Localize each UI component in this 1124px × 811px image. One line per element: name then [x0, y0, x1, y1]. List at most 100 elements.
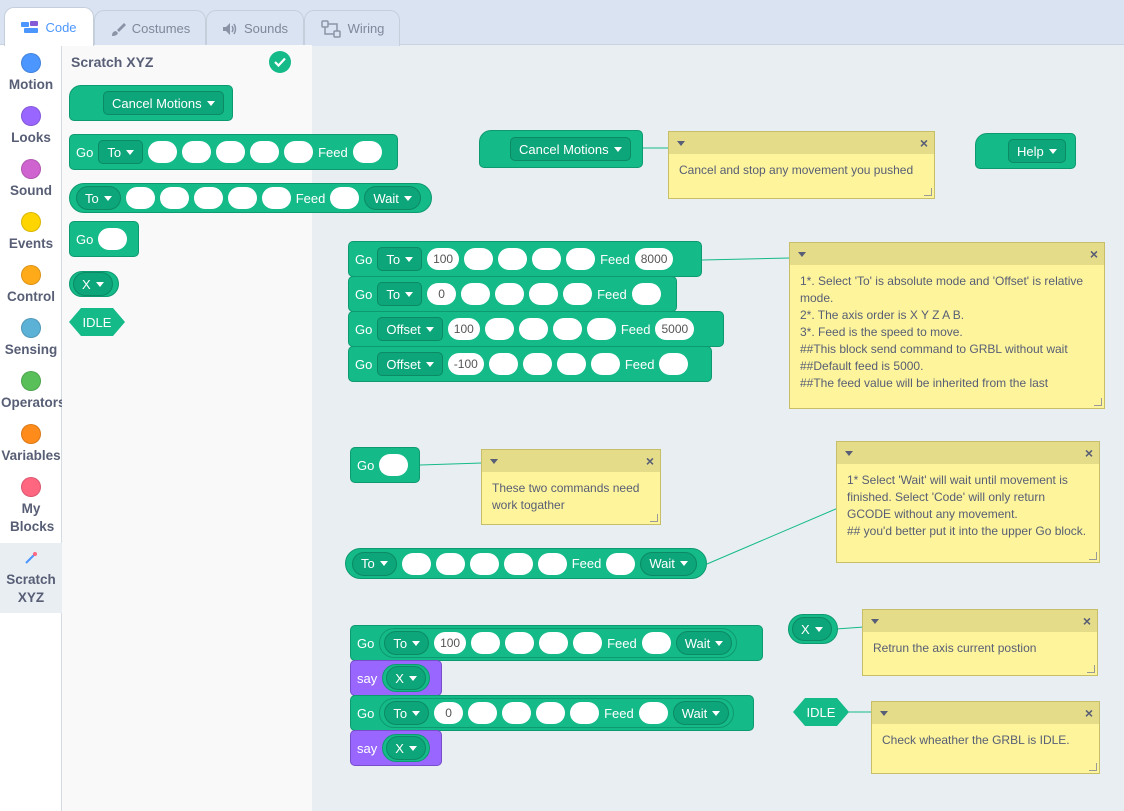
collapse-icon[interactable] — [677, 140, 685, 146]
z-input[interactable] — [518, 318, 548, 340]
comment-note[interactable]: × 1*. Select 'To' is absolute mode and '… — [789, 242, 1105, 409]
axis-input[interactable] — [284, 141, 314, 163]
a-input[interactable] — [532, 248, 562, 270]
y-input[interactable] — [484, 318, 514, 340]
code-input[interactable] — [98, 228, 128, 250]
mode-dropdown[interactable]: To — [377, 247, 423, 271]
mode-dropdown[interactable]: Offset — [377, 352, 443, 376]
note-text[interactable]: 1*. Select 'To' is absolute mode and 'Of… — [790, 265, 1104, 400]
mode-dropdown[interactable]: To — [377, 282, 423, 306]
to-wait-reporter[interactable]: To 0 Feed Wait — [379, 698, 735, 728]
feed-input[interactable] — [641, 632, 671, 654]
x-reporter[interactable]: X — [788, 614, 838, 644]
script-workspace[interactable]: Cancel Motions Help Go To 100 Feed 8000 … — [312, 45, 1124, 811]
category-sound[interactable]: Sound — [0, 159, 62, 200]
axis-input[interactable] — [193, 187, 223, 209]
z-input[interactable] — [522, 353, 552, 375]
note-text[interactable]: Check wheather the GRBL is IDLE. — [872, 724, 1099, 757]
to-wait-reporter[interactable]: To 100 Feed Wait — [379, 628, 738, 658]
a-input[interactable] — [536, 702, 566, 724]
resize-handle-icon[interactable] — [1089, 763, 1097, 771]
z-input[interactable] — [498, 248, 528, 270]
go-to-block[interactable]: Go To 0 Feed — [348, 276, 677, 312]
cancel-motions-block[interactable]: Cancel Motions — [479, 130, 643, 168]
feed-input[interactable]: 5000 — [655, 318, 695, 340]
go-code-block[interactable]: Go — [350, 447, 420, 483]
x-input[interactable] — [401, 552, 431, 575]
close-icon[interactable]: × — [1083, 613, 1091, 630]
axis-input[interactable] — [250, 141, 280, 163]
collapse-icon[interactable] — [880, 710, 888, 716]
category-scratch-xyz[interactable]: Scratch XYZ — [0, 543, 62, 613]
axis-dropdown[interactable]: X — [792, 617, 832, 641]
comment-note[interactable]: × Cancel and stop any movement you pushe… — [668, 131, 935, 199]
code-input[interactable] — [379, 454, 409, 476]
x-input[interactable]: 100 — [447, 318, 480, 340]
mode-dropdown[interactable]: Offset — [377, 317, 443, 341]
category-motion[interactable]: Motion — [0, 53, 62, 94]
feed-input[interactable]: 8000 — [634, 248, 674, 270]
a-input[interactable] — [552, 318, 582, 340]
help-block[interactable]: Help — [975, 133, 1076, 169]
category-sensing[interactable]: Sensing — [0, 318, 62, 359]
category-events[interactable]: Events — [0, 212, 62, 253]
x-input[interactable]: 100 — [434, 632, 467, 654]
mode-dropdown[interactable]: To — [384, 631, 430, 655]
b-input[interactable] — [590, 353, 620, 375]
go-offset-block[interactable]: Go Offset -100 Feed — [348, 346, 712, 382]
close-icon[interactable]: × — [1090, 246, 1098, 263]
y-input[interactable] — [464, 248, 494, 270]
close-icon[interactable]: × — [920, 135, 928, 152]
note-text[interactable]: Retrun the axis current postion — [863, 632, 1097, 665]
axis-dropdown[interactable]: X — [73, 272, 113, 296]
close-icon[interactable]: × — [1085, 445, 1093, 462]
y-input[interactable] — [435, 552, 465, 575]
tab-costumes[interactable]: Costumes — [94, 10, 206, 46]
b-input[interactable] — [570, 702, 600, 724]
a-input[interactable] — [556, 353, 586, 375]
close-icon[interactable]: × — [1085, 705, 1093, 722]
axis-input[interactable] — [216, 141, 246, 163]
category-control[interactable]: Control — [0, 265, 62, 306]
category-my-blocks[interactable]: My Blocks — [0, 477, 62, 536]
note-text[interactable]: 1* Select 'Wait' will wait until movemen… — [837, 464, 1099, 548]
wait-dropdown[interactable]: Wait — [675, 631, 733, 655]
collapse-icon[interactable] — [871, 618, 879, 624]
feed-input[interactable] — [638, 702, 668, 724]
feed-input[interactable] — [659, 353, 689, 375]
collapse-icon[interactable] — [845, 450, 853, 456]
tab-code[interactable]: Code — [4, 7, 94, 46]
a-input[interactable] — [503, 552, 533, 575]
comment-note[interactable]: × 1* Select 'Wait' will wait until movem… — [836, 441, 1100, 563]
resize-handle-icon[interactable] — [1094, 398, 1102, 406]
cancel-motions-dropdown[interactable]: Cancel Motions — [103, 91, 224, 115]
x-input[interactable]: -100 — [447, 353, 484, 375]
palette-x-reporter[interactable]: X — [69, 271, 119, 297]
y-input[interactable] — [468, 702, 498, 724]
mode-dropdown[interactable]: To — [384, 701, 430, 725]
b-input[interactable] — [537, 552, 567, 575]
palette-cancel-motions-block[interactable]: Cancel Motions — [69, 85, 233, 121]
wait-dropdown[interactable]: Wait — [672, 701, 730, 725]
resize-handle-icon[interactable] — [650, 514, 658, 522]
cancel-motions-dropdown[interactable]: Cancel Motions — [510, 137, 631, 161]
resize-handle-icon[interactable] — [1087, 665, 1095, 673]
go-to-block[interactable]: Go To 100 Feed 8000 — [348, 241, 702, 277]
y-input[interactable] — [461, 283, 491, 305]
to-wait-block[interactable]: To Feed Wait — [345, 548, 707, 579]
close-icon[interactable]: × — [646, 453, 654, 470]
wait-dropdown[interactable]: Wait — [640, 551, 697, 576]
tab-sounds[interactable]: Sounds — [206, 10, 304, 46]
collapse-icon[interactable] — [490, 458, 498, 464]
feed-input[interactable] — [631, 283, 661, 305]
b-input[interactable] — [586, 318, 616, 340]
palette-go-code-block[interactable]: Go — [69, 221, 139, 257]
tab-wiring[interactable]: Wiring — [304, 10, 400, 46]
z-input[interactable] — [505, 632, 535, 654]
axis-input[interactable] — [261, 187, 291, 209]
collapse-icon[interactable] — [798, 251, 806, 257]
palette-idle-boolean[interactable]: IDLE — [69, 308, 125, 336]
resize-handle-icon[interactable] — [924, 188, 932, 196]
x-reporter[interactable]: X — [382, 734, 430, 762]
go-offset-block[interactable]: Go Offset 100 Feed 5000 — [348, 311, 724, 347]
